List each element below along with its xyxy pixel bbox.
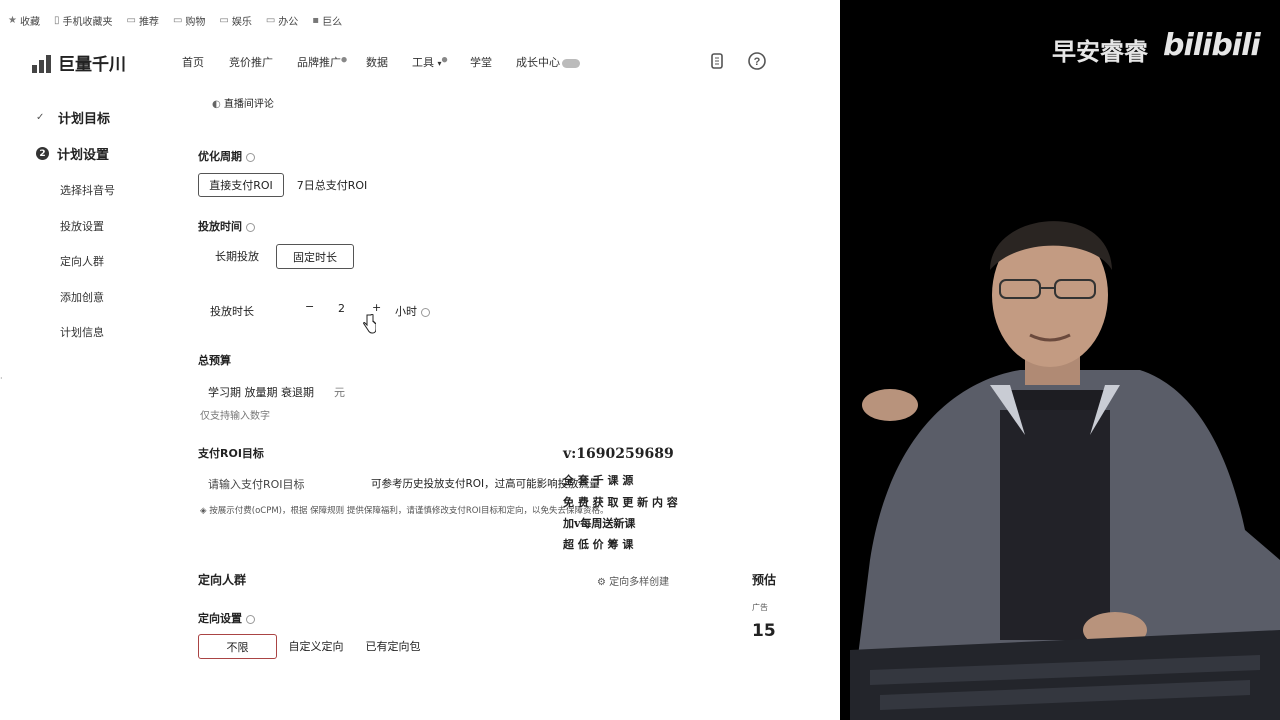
growth-tag-icon xyxy=(562,58,580,68)
sidebar-item-douyin[interactable]: 选择抖音号 xyxy=(60,182,115,198)
help-icon[interactable]: ? xyxy=(748,52,766,70)
scroll-indicator: · xyxy=(0,374,3,383)
estimate-value: 15 xyxy=(752,621,776,641)
delivery-time-label: 投放时间 xyxy=(198,218,255,234)
duration-plus-button[interactable]: + xyxy=(372,301,381,314)
roi-target-input[interactable]: 请输入支付ROI目标 xyxy=(208,476,305,492)
nav-data[interactable]: 数据 xyxy=(366,54,388,70)
opt-7day-roi-button[interactable]: 7日总支付ROI xyxy=(292,173,372,197)
live-comment-option[interactable]: ◐ 直播间评论 xyxy=(212,95,274,110)
folder-icon: ▭ xyxy=(126,14,136,26)
presenter-video xyxy=(850,221,1280,720)
streamer-name: 早安睿睿 xyxy=(1052,38,1148,66)
bookmark-shopping[interactable]: ▭ 购物 xyxy=(173,13,205,28)
overlay-line-1: 全 套 千 课 源 xyxy=(563,474,634,487)
budget-phases: 学习期 放量期 衰退期 xyxy=(208,386,314,399)
estimate-title: 预估 xyxy=(752,573,777,587)
targeting-package-button[interactable]: 已有定向包 xyxy=(362,634,424,658)
folder-icon: ▭ xyxy=(172,14,183,26)
help-circle-icon xyxy=(421,307,430,317)
nav-home[interactable]: 首页 xyxy=(182,54,204,70)
budget-label: 总预算 xyxy=(198,354,231,367)
new-dot-icon: ● xyxy=(441,55,448,64)
bookmark-entertainment[interactable]: ▭ 娱乐 xyxy=(219,13,251,28)
roi-target-label: 支付ROI目标 xyxy=(198,447,264,460)
duration-unit: 小时 xyxy=(395,303,430,319)
settings-icon: ⚙ xyxy=(597,577,606,588)
sidebar-item-plan-info[interactable]: 计划信息 xyxy=(60,324,104,340)
bookmarks-bar: ★ 收藏 ▯ 手机收藏夹 ▭ 推荐 ▭ 购物 ▭ 娱乐 ▭ 办公 ▪ 巨么 xyxy=(0,0,840,40)
nav-academy[interactable]: 学堂 xyxy=(470,54,492,70)
overlay-line-3: 加v每周送新课 xyxy=(563,517,636,530)
nav-brand-promo[interactable]: 品牌推广● xyxy=(297,54,347,70)
budget-unit: 元 xyxy=(334,386,345,399)
bookmark-app[interactable]: ▪ 巨么 xyxy=(312,13,342,28)
folder-icon: ▭ xyxy=(219,14,229,26)
wechat-contact-overlay: v:1690259689 xyxy=(563,446,674,462)
multi-targeting-link[interactable]: ⚙ 定向多样创建 xyxy=(597,573,669,588)
phone-icon: ▯ xyxy=(53,14,60,26)
nav-bidding[interactable]: 竞价推广 xyxy=(229,54,273,70)
nav-tools[interactable]: 工具 ▾● xyxy=(412,54,448,70)
sidebar-step-plan-settings[interactable]: 2 计划设置 xyxy=(36,144,109,163)
check-icon: ✓ xyxy=(36,112,45,123)
help-circle-icon xyxy=(246,222,255,232)
document-icon[interactable] xyxy=(708,52,726,70)
bookmark-favorites[interactable]: ★ 收藏 xyxy=(8,13,40,28)
targeting-custom-button[interactable]: 自定义定向 xyxy=(285,634,347,658)
bilibili-logo: bilibili xyxy=(1163,28,1261,63)
opt-period-label: 优化周期 xyxy=(198,148,255,164)
nav-growth[interactable]: 成长中心 xyxy=(516,54,580,70)
fixed-duration-button[interactable]: 固定时长 xyxy=(276,244,354,269)
overlay-line-2: 免 费 获 取 更 新 内 容 xyxy=(563,496,678,509)
duration-minus-button[interactable]: − xyxy=(305,300,314,313)
targeting-section-title: 定向人群 xyxy=(198,573,247,587)
overlay-line-4: 超 低 价 筹 课 xyxy=(563,538,634,551)
step-number-badge: 2 xyxy=(36,147,49,160)
long-term-delivery-button[interactable]: 长期投放 xyxy=(206,244,268,268)
shield-icon: ◈ xyxy=(200,506,207,516)
bookmark-mobile[interactable]: ▯ 手机收藏夹 xyxy=(54,13,113,28)
opt-direct-roi-button[interactable]: 直接支付ROI xyxy=(198,173,284,197)
sidebar-item-delivery[interactable]: 投放设置 xyxy=(60,218,104,234)
bookmark-office[interactable]: ▭ 办公 xyxy=(266,13,298,28)
sidebar-item-targeting[interactable]: 定向人群 xyxy=(60,253,104,269)
sidebar-item-creative[interactable]: 添加创意 xyxy=(60,289,104,305)
estimate-ad-label: 广告 xyxy=(752,603,768,612)
hand-cursor-icon xyxy=(363,314,376,334)
targeting-settings-label: 定向设置 xyxy=(198,610,255,626)
brand-logo[interactable]: 巨量千川 xyxy=(32,50,126,75)
help-circle-icon xyxy=(246,614,255,624)
sidebar-step-plan-goal[interactable]: ✓ 计划目标 xyxy=(36,108,110,127)
budget-hint: 仅支持输入数字 xyxy=(200,411,270,422)
bookmark-recommend[interactable]: ▭ 推荐 xyxy=(126,13,158,28)
comment-icon: ◐ xyxy=(212,99,221,110)
app-icon: ▪ xyxy=(312,14,320,26)
help-circle-icon xyxy=(246,152,255,162)
new-dot-icon: ● xyxy=(341,55,348,64)
duration-label: 投放时长 xyxy=(210,305,254,318)
targeting-unlimited-button[interactable]: 不限 xyxy=(198,634,277,659)
brand-mark-icon xyxy=(32,53,54,73)
browser-screen: ★ 收藏 ▯ 手机收藏夹 ▭ 推荐 ▭ 购物 ▭ 娱乐 ▭ 办公 ▪ 巨么 巨量千川 首页 竞… xyxy=(0,0,840,720)
duration-value[interactable]: 2 xyxy=(338,302,345,315)
svg-text:?: ? xyxy=(754,56,761,68)
star-icon: ★ xyxy=(8,14,17,26)
folder-icon: ▭ xyxy=(265,14,276,26)
